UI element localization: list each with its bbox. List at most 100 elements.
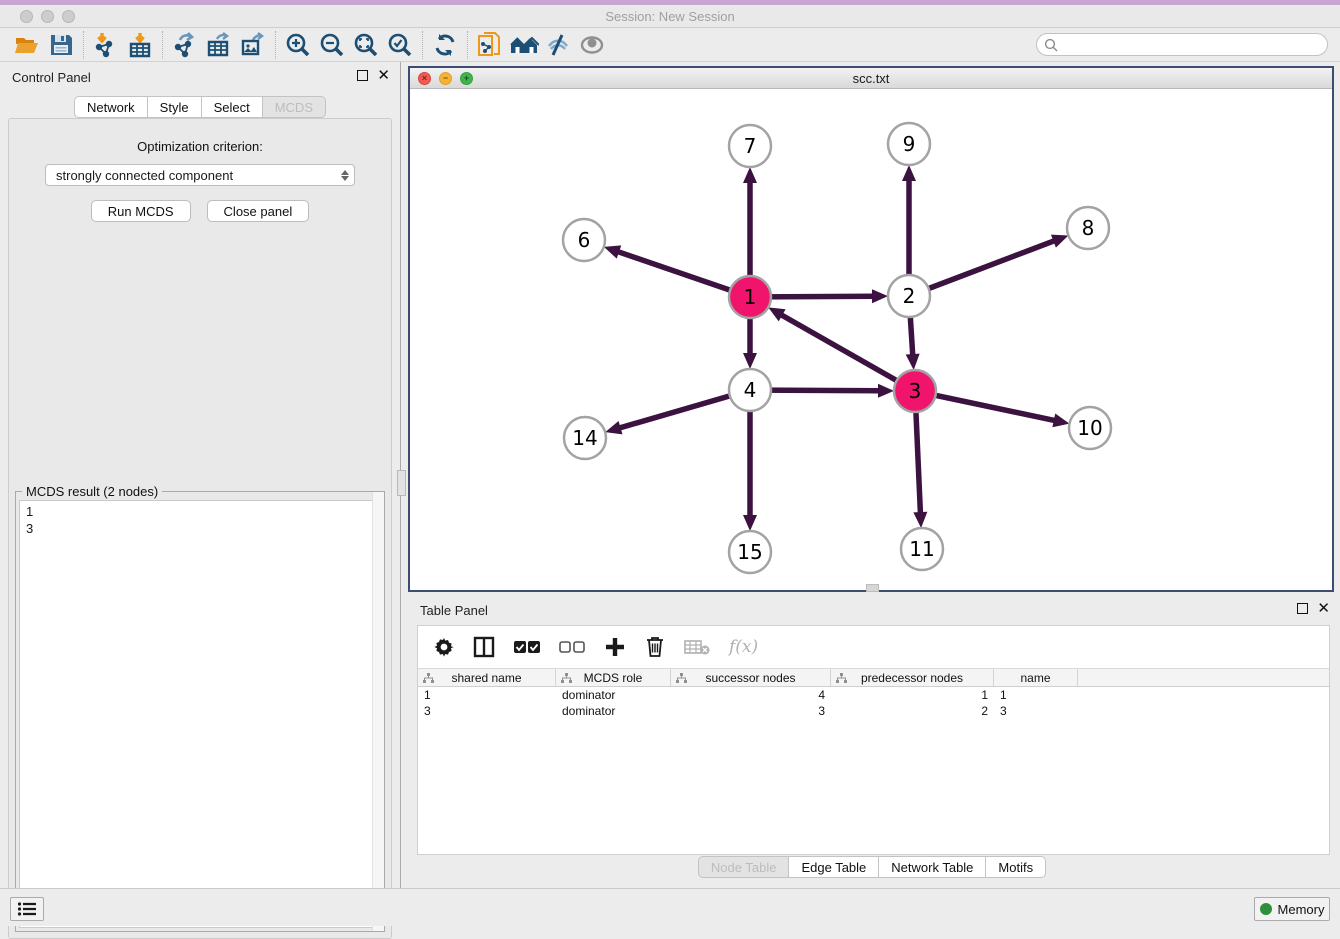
control-panel-tabs: Network Style Select MCDS [0, 96, 400, 118]
node-label-3: 3 [909, 379, 922, 403]
zoom-selected-button[interactable] [383, 30, 417, 60]
mcds-result-scrollbar[interactable] [372, 492, 384, 931]
search-input[interactable] [1062, 38, 1327, 52]
delete-row-icon[interactable] [645, 636, 665, 658]
first-neighbors-button[interactable] [507, 30, 541, 60]
node-label-15: 15 [737, 540, 762, 564]
select-all-checkboxes-icon[interactable] [514, 640, 540, 654]
close-panel-button[interactable]: Close panel [207, 200, 310, 222]
network-graph[interactable]: 7968124314101511 [410, 89, 1332, 592]
clone-network-button[interactable] [473, 30, 507, 60]
toolbar-separator [467, 31, 468, 59]
table-row[interactable]: 1 dominator 4 1 1 [418, 687, 1329, 703]
criterion-select[interactable]: strongly connected component [45, 164, 355, 186]
hierarchy-icon [561, 673, 572, 684]
table-panel: Table Panel ✕ f(x) shared name MCDS role [404, 595, 1340, 888]
zoom-fit-button[interactable] [349, 30, 383, 60]
export-table-icon [206, 32, 232, 58]
hierarchy-icon [423, 673, 434, 684]
app-title: Session: New Session [0, 9, 1340, 24]
column-header-predecessor-nodes[interactable]: predecessor nodes [831, 669, 994, 686]
network-canvas[interactable]: 7968124314101511 [410, 89, 1332, 590]
zoom-selected-icon [387, 32, 413, 58]
hide-selected-button[interactable] [541, 30, 575, 60]
close-panel-icon[interactable]: ✕ [377, 70, 390, 81]
memory-button[interactable]: Memory [1254, 897, 1330, 921]
panel-splitter[interactable] [400, 62, 403, 888]
column-header-name[interactable]: name [994, 669, 1078, 686]
toggle-columns-icon[interactable] [473, 636, 495, 658]
function-builder-icon[interactable]: f(x) [729, 637, 758, 657]
node-label-8: 8 [1082, 216, 1095, 240]
main-toolbar [0, 28, 1340, 62]
table-row[interactable]: 3 dominator 3 2 3 [418, 703, 1329, 719]
edge-3-1[interactable] [780, 314, 915, 391]
toolbar-separator [422, 31, 423, 59]
deselect-all-checkboxes-icon[interactable] [559, 640, 585, 654]
network-window-titlebar[interactable]: × − + scc.txt [410, 68, 1332, 89]
export-image-button[interactable] [236, 30, 270, 60]
show-all-button[interactable] [575, 30, 609, 60]
search-field[interactable] [1036, 33, 1328, 56]
tab-edge-table[interactable]: Edge Table [789, 856, 879, 878]
select-stepper-icon [341, 170, 349, 181]
import-table-button[interactable] [123, 30, 157, 60]
column-header-successor-nodes[interactable]: successor nodes [671, 669, 831, 686]
export-image-icon [240, 32, 266, 58]
tab-style[interactable]: Style [148, 96, 202, 118]
zoom-out-button[interactable] [315, 30, 349, 60]
add-row-icon[interactable] [604, 636, 626, 658]
delete-table-icon[interactable] [684, 639, 710, 655]
clone-network-icon [477, 32, 503, 58]
list-icon [17, 901, 37, 917]
import-table-icon [127, 32, 153, 58]
node-table-card: f(x) shared name MCDS role successor nod… [417, 625, 1330, 855]
control-panel-title: Control Panel [12, 70, 91, 85]
refresh-view-button[interactable] [428, 30, 462, 60]
task-history-button[interactable] [10, 897, 44, 921]
tab-mcds[interactable]: MCDS [263, 96, 326, 118]
mcds-result-title: MCDS result (2 nodes) [22, 484, 162, 499]
toolbar-separator [83, 31, 84, 59]
splitter-grip[interactable] [397, 470, 406, 496]
open-folder-icon [14, 32, 40, 58]
optimization-criterion-label: Optimization criterion: [9, 139, 391, 154]
memory-label: Memory [1278, 902, 1325, 917]
edge-2-8[interactable] [909, 240, 1056, 296]
tab-network[interactable]: Network [74, 96, 148, 118]
column-header-shared-name[interactable]: shared name [418, 669, 556, 686]
table-panel-tabs: Node Table Edge Table Network Table Moti… [404, 856, 1340, 878]
node-label-10: 10 [1077, 416, 1102, 440]
tab-network-table[interactable]: Network Table [879, 856, 986, 878]
mcds-result-group: MCDS result (2 nodes) 1 3 [15, 491, 385, 932]
open-session-button[interactable] [10, 30, 44, 60]
tab-motifs[interactable]: Motifs [986, 856, 1046, 878]
memory-status-icon [1260, 903, 1272, 915]
tab-select[interactable]: Select [202, 96, 263, 118]
run-mcds-button[interactable]: Run MCDS [91, 200, 191, 222]
table-panel-header: Table Panel ✕ [404, 595, 1340, 625]
network-resize-grip[interactable] [866, 584, 879, 592]
export-table-button[interactable] [202, 30, 236, 60]
search-icon [1044, 38, 1058, 52]
close-table-panel-icon[interactable]: ✕ [1317, 603, 1330, 614]
table-header-row: shared name MCDS role successor nodes pr… [418, 668, 1329, 687]
table-panel-title: Table Panel [420, 603, 488, 618]
column-header-mcds-role[interactable]: MCDS role [556, 669, 671, 686]
toolbar-separator [162, 31, 163, 59]
tab-node-table[interactable]: Node Table [698, 856, 790, 878]
import-network-button[interactable] [89, 30, 123, 60]
mcds-result-text[interactable]: 1 3 [19, 500, 381, 928]
node-label-4: 4 [744, 378, 757, 402]
node-label-11: 11 [909, 537, 934, 561]
settings-gear-icon[interactable] [434, 637, 454, 657]
node-label-6: 6 [578, 228, 591, 252]
hide-eye-icon [545, 32, 571, 58]
export-network-button[interactable] [168, 30, 202, 60]
control-panel: Control Panel ✕ Network Style Select MCD… [0, 62, 400, 888]
float-panel-icon[interactable] [357, 70, 368, 81]
table-toolbar: f(x) [418, 626, 1329, 668]
save-session-button[interactable] [44, 30, 78, 60]
zoom-in-button[interactable] [281, 30, 315, 60]
float-table-panel-icon[interactable] [1297, 603, 1308, 614]
